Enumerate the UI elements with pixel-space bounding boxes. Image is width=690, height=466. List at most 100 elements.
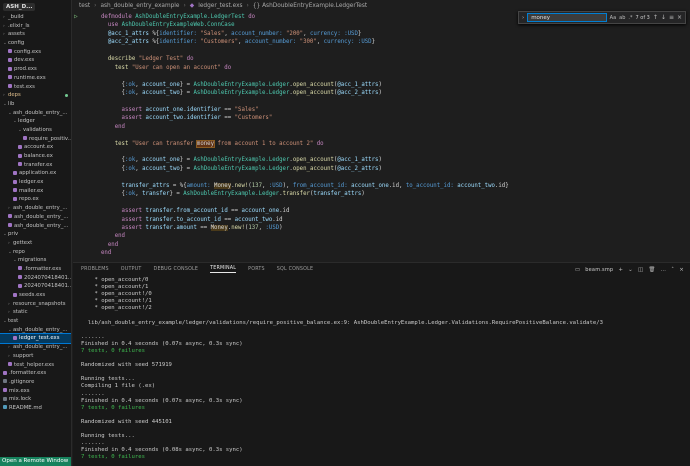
tab-debug-console[interactable]: DEBUG CONSOLE [154, 267, 199, 272]
tree-folder[interactable]: ⌄test [0, 317, 71, 326]
gutter[interactable] [73, 156, 97, 164]
tree-file[interactable]: test_helper.exs [0, 361, 71, 370]
previous-match-arrow-icon[interactable]: ↑ [653, 14, 658, 21]
gutter[interactable] [73, 190, 97, 198]
code-line[interactable]: @acc_1_attrs %{identifier: "Sales", acco… [73, 30, 690, 38]
code-line[interactable]: end [73, 241, 690, 249]
gutter[interactable] [73, 249, 97, 257]
code-line[interactable]: {:ok, account_one} = AshDoubleEntryExamp… [73, 81, 690, 89]
add-terminal-icon[interactable]: + [618, 267, 623, 273]
gutter[interactable] [73, 81, 97, 89]
tab-terminal[interactable]: TERMINAL [210, 266, 237, 273]
tree-folder[interactable]: ⌄ash_double_entry_... [0, 109, 71, 118]
gutter[interactable] [73, 30, 97, 38]
code-line[interactable]: test "User can transfer money from accou… [73, 139, 690, 148]
tree-folder[interactable]: ⌄migrations [0, 256, 71, 265]
code-line[interactable] [73, 72, 690, 80]
tree-file[interactable]: account.ex [0, 143, 71, 152]
gutter[interactable] [73, 21, 97, 29]
code-line[interactable]: test "User can open an account" do [73, 64, 690, 72]
tree-folder[interactable]: › ash_double_entry_... [0, 343, 71, 352]
code-line[interactable] [73, 173, 690, 181]
tree-file[interactable]: transfer.ex [0, 161, 71, 170]
gutter[interactable] [73, 140, 97, 148]
gutter[interactable] [73, 131, 97, 139]
breadcrumb-item[interactable]: ash_double_entry_example [100, 3, 179, 9]
code-line[interactable]: {:ok, account_one} = AshDoubleEntryExamp… [73, 156, 690, 164]
gutter[interactable] [73, 55, 97, 63]
gutter[interactable] [73, 165, 97, 173]
code-line[interactable]: end [73, 123, 690, 131]
tree-folder[interactable]: ⌄validations [0, 126, 71, 135]
gutter[interactable] [73, 182, 97, 190]
tree-folder[interactable]: › ash_double_entry_... [0, 204, 71, 213]
code-line[interactable] [73, 148, 690, 156]
tree-folder[interactable]: ⌄config [0, 39, 71, 48]
more-actions-icon[interactable]: … [661, 267, 667, 273]
code-line[interactable]: assert transfer.amount == Money.new!(137… [73, 224, 690, 232]
gutter[interactable] [73, 97, 97, 105]
gutter[interactable] [73, 241, 97, 249]
gutter[interactable] [73, 114, 97, 122]
tab-ports[interactable]: PORTS [248, 267, 265, 272]
gutter[interactable] [73, 47, 97, 55]
code-line[interactable] [73, 97, 690, 105]
gutter[interactable] [73, 224, 97, 232]
gutter[interactable] [73, 232, 97, 240]
code-line[interactable]: transfer_attrs = %{amount: Money.new!(13… [73, 182, 690, 190]
tree-folder[interactable]: › gettext [0, 239, 71, 248]
tree-file[interactable]: mailer.ex [0, 187, 71, 196]
tree-folder[interactable]: › support [0, 352, 71, 361]
gutter[interactable] [73, 173, 97, 181]
chevron-down-icon[interactable]: ⌄ [628, 267, 633, 273]
code-line[interactable]: assert account_two.identifier == "Custom… [73, 114, 690, 122]
run-test-icon[interactable]: ▷ [74, 13, 78, 21]
workspace-title[interactable]: ASH_D... [3, 2, 36, 11]
tree-file[interactable]: mix.lock [0, 395, 71, 404]
gutter[interactable] [73, 64, 97, 72]
code-line[interactable]: end [73, 249, 690, 257]
code-editor[interactable]: ▷ defmodule AshDoubleEntryExample.LedgerT… [73, 13, 690, 260]
tree-file[interactable]: repo.ex [0, 195, 71, 204]
maximize-panel-icon[interactable]: ˄ [671, 267, 674, 273]
tree-folder[interactable]: ⌄ledger [0, 117, 71, 126]
tree-folder[interactable]: › _build [0, 13, 71, 22]
tree-folder[interactable]: › deps [0, 91, 71, 100]
code-line[interactable]: end [73, 232, 690, 240]
tree-file[interactable]: ledger_test.exs [0, 333, 71, 345]
tree-file[interactable]: application.ex [0, 169, 71, 178]
tree-file[interactable]: balance.ex [0, 152, 71, 161]
tree-file[interactable]: ash_double_entry_... [0, 213, 71, 222]
tree-file[interactable]: config.exs [0, 48, 71, 57]
regex-toggle[interactable]: .* [628, 15, 632, 21]
tree-folder[interactable]: ⌄ash_double_entry_... [0, 326, 71, 335]
gutter[interactable] [73, 38, 97, 46]
gutter[interactable] [73, 148, 97, 156]
gutter[interactable]: ▷ [73, 13, 97, 21]
find-in-selection-icon[interactable]: ≡ [669, 14, 674, 21]
tree-file[interactable]: ash_double_entry_... [0, 222, 71, 231]
tree-folder[interactable]: ⌄priv [0, 230, 71, 239]
code-line[interactable] [73, 47, 690, 55]
gutter[interactable] [73, 199, 97, 207]
tree-file[interactable]: prod.exs [0, 65, 71, 74]
close-icon[interactable]: × [677, 14, 682, 21]
code-line[interactable] [73, 131, 690, 139]
close-icon[interactable]: × [679, 267, 684, 273]
gutter[interactable] [73, 89, 97, 97]
gutter[interactable] [73, 72, 97, 80]
tree-file[interactable]: require_positiv... [0, 135, 71, 144]
split-terminal-icon[interactable]: ◫ [638, 267, 643, 273]
terminal-output[interactable]: * open_account/0 * open_account/1 * open… [73, 276, 690, 466]
code-line[interactable]: @acc_2_attrs %{identifier: "Customers", … [73, 38, 690, 46]
tab-problems[interactable]: PROBLEMS [81, 267, 109, 272]
gutter[interactable] [73, 106, 97, 114]
gutter[interactable] [73, 216, 97, 224]
trash-icon[interactable]: 🗑 [648, 267, 655, 273]
tree-folder[interactable]: › static [0, 308, 71, 317]
tab-sql-console[interactable]: SQL CONSOLE [277, 267, 313, 272]
tree-file[interactable]: README.md [0, 404, 71, 413]
next-match-arrow-icon[interactable]: ↓ [661, 14, 666, 21]
tree-file[interactable]: test.exs [0, 83, 71, 92]
tree-file[interactable]: .gitignore [0, 378, 71, 387]
